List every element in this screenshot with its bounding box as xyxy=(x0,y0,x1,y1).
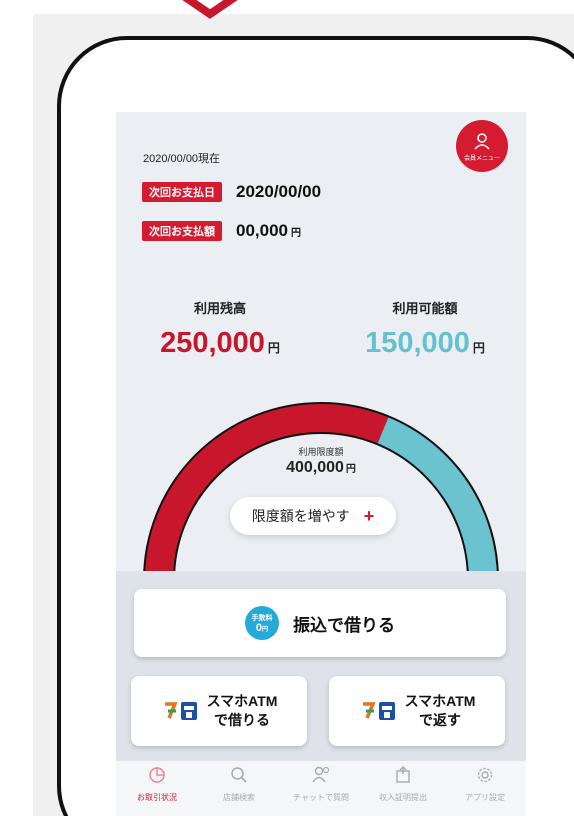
gear-icon xyxy=(477,767,493,783)
app-screen: 2020/00/00現在 会員メニュー 次回お支払日 2020/00/00 次回… xyxy=(116,112,526,816)
tab-store-search[interactable]: 店舗検索 xyxy=(198,761,280,816)
as-of-date: 2020/00/00現在 xyxy=(143,153,221,165)
available-balance: 利用可能額 150,000 円 xyxy=(340,298,510,360)
chart-icon xyxy=(149,767,165,783)
tab-chat[interactable]: チャットで質問 xyxy=(280,761,362,816)
zero-fee-badge: 手数料 0円 xyxy=(245,606,279,640)
atm-borrow-button[interactable]: スマホATM で借りる xyxy=(131,676,307,746)
used-balance: 利用残高 250,000 円 xyxy=(140,298,300,360)
next-payment-amount-row: 次回お支払額 00,000 円 xyxy=(142,221,301,241)
chat-users-icon xyxy=(312,766,330,783)
next-date-value: 2020/00/00 xyxy=(236,182,322,201)
next-amount-tag: 次回お支払額 xyxy=(142,221,222,241)
atm-logo-icon xyxy=(362,702,395,720)
increase-limit-label: 限度額を増やす xyxy=(251,508,350,524)
next-date-tag: 次回お支払日 xyxy=(142,182,222,202)
limit-gauge xyxy=(143,402,499,580)
limit-label: 利用限度額 xyxy=(298,447,344,457)
borrow-by-transfer-button[interactable]: 手数料 0円 振込で借りる xyxy=(134,589,506,657)
tab-app-settings[interactable]: アプリ設定 xyxy=(444,761,526,816)
available-balance-value: 150,000 円 xyxy=(365,327,485,359)
used-balance-label: 利用残高 xyxy=(193,301,246,316)
next-amount-value: 00,000 円 xyxy=(236,221,301,240)
available-balance-label: 利用可能額 xyxy=(392,301,458,316)
atm-logo-icon xyxy=(164,702,197,720)
increase-limit-button[interactable]: 限度額を増やす + xyxy=(230,497,396,535)
next-payment-date-row: 次回お支払日 2020/00/00 xyxy=(142,182,321,202)
document-upload-icon xyxy=(396,766,410,783)
used-balance-value: 250,000 円 xyxy=(160,327,280,359)
plus-icon: + xyxy=(363,505,375,526)
atm-return-label: スマホATM で返す xyxy=(404,693,476,728)
tab-transactions[interactable]: お取引状況 xyxy=(116,761,198,816)
chevron-down-icon xyxy=(182,0,238,19)
limit-value: 400,000 円 xyxy=(286,459,356,476)
tab-income-proof[interactable]: 収入証明提出 xyxy=(362,761,444,816)
search-icon xyxy=(231,767,247,783)
borrow-by-transfer-label: 振込で借りる xyxy=(293,615,395,635)
bottom-tab-bar: お取引状況 店舗検索 チャットで質問 収入証明提出 アプリ設定 xyxy=(116,761,526,816)
user-icon xyxy=(474,132,490,150)
member-menu-button[interactable]: 会員メニュー xyxy=(456,120,508,172)
atm-return-button[interactable]: スマホATM で返す xyxy=(329,676,505,746)
member-menu-label: 会員メニュー xyxy=(463,155,500,162)
atm-borrow-label: スマホATM で借りる xyxy=(206,693,278,728)
